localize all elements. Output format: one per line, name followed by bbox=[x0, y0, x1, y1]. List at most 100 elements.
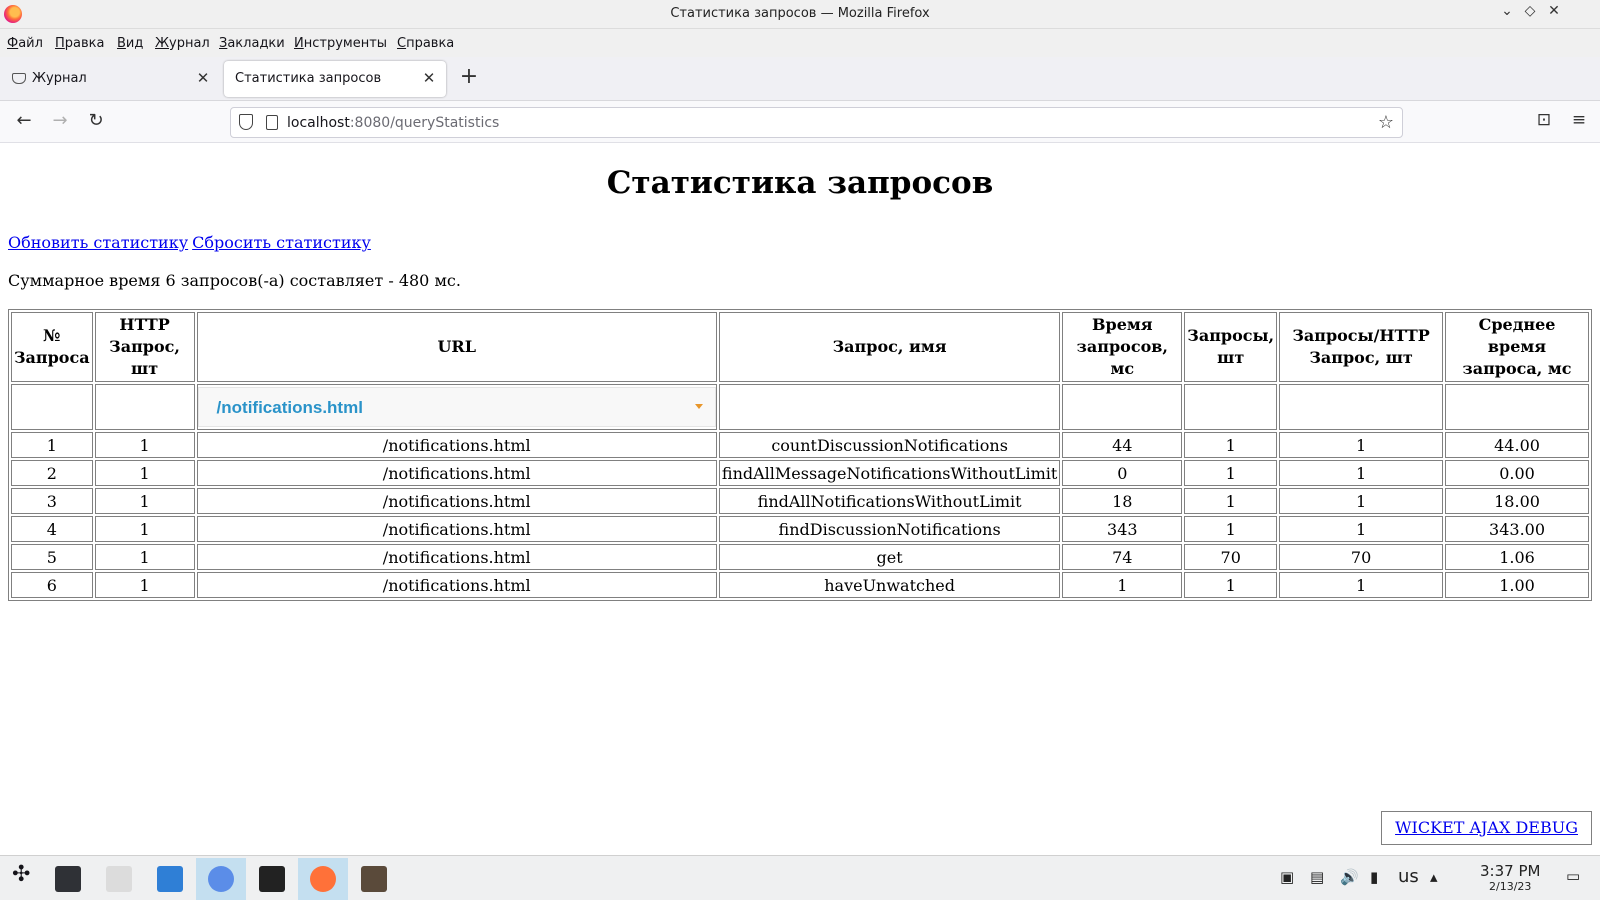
cell-http-count: 1 bbox=[94, 544, 195, 570]
cell-query-name: findAllMessageNotificationsWithoutLimit bbox=[718, 460, 1061, 486]
forward-button[interactable]: → bbox=[47, 110, 73, 134]
wicket-ajax-debug-link[interactable]: WICKET AJAX DEBUG bbox=[1395, 818, 1578, 837]
chromium-icon bbox=[208, 866, 234, 892]
terminal-icon[interactable]: ▣ bbox=[1280, 868, 1294, 886]
cell-query-count: 1 bbox=[1184, 460, 1278, 486]
new-tab-button[interactable]: + bbox=[458, 64, 480, 89]
cell-http-count: 1 bbox=[94, 572, 195, 598]
cell-number: 3 bbox=[11, 488, 93, 514]
clipboard-icon[interactable]: ▤ bbox=[1310, 868, 1324, 886]
shield-icon[interactable] bbox=[239, 114, 253, 130]
column-header-queries-per-http[interactable]: Запросы/HTTP Запрос, шт bbox=[1279, 312, 1444, 382]
tab-query-statistics[interactable]: Статистика запросов ✕ bbox=[224, 61, 446, 97]
cell-time: 0 bbox=[1062, 460, 1183, 486]
cell-query-name: findDiscussionNotifications bbox=[718, 516, 1061, 542]
column-header-query-count[interactable]: Запросы, шт bbox=[1184, 312, 1278, 382]
maximize-button[interactable]: ◇ bbox=[1519, 3, 1541, 19]
table-row: 6 1/notifications.html haveUnwatched 1 1 1 1.0… bbox=[11, 572, 1589, 598]
cell-url: /notifications.html bbox=[196, 432, 717, 458]
menu-file[interactable]: Файл bbox=[7, 36, 43, 51]
cell-query-count: 1 bbox=[1184, 516, 1278, 542]
menu-edit[interactable]: Правка bbox=[55, 36, 104, 51]
column-header-url[interactable]: URL bbox=[196, 312, 717, 382]
close-window-button[interactable]: ✕ bbox=[1543, 3, 1565, 19]
navigation-bar: ← → ↻ localhost:8080/queryStatistics ☆ ⊡… bbox=[0, 101, 1600, 143]
url-text[interactable]: localhost:8080/queryStatistics bbox=[287, 115, 499, 131]
menu-history-mnemonic: Ж bbox=[155, 36, 170, 51]
clock[interactable]: 3:37 PM 2/13/23 bbox=[1480, 862, 1540, 893]
menu-bookmarks[interactable]: Закладки bbox=[219, 36, 285, 51]
table-row: 5 1/notifications.html get 74 70 70 1.06 bbox=[11, 544, 1589, 570]
cell-number: 2 bbox=[11, 460, 93, 486]
taskbar-app-settings[interactable] bbox=[43, 858, 93, 900]
menu-help-mnemonic: С bbox=[397, 36, 407, 51]
taskbar-app-files[interactable] bbox=[94, 858, 144, 900]
settings-icon bbox=[55, 866, 81, 892]
filter-cell bbox=[1184, 384, 1278, 430]
volume-icon[interactable]: 🔊 bbox=[1340, 868, 1359, 886]
menu-help[interactable]: Справка bbox=[397, 36, 454, 51]
file-manager-icon bbox=[157, 866, 183, 892]
menu-history-label: урнал bbox=[169, 36, 210, 51]
url-filter-select[interactable]: /notifications.html bbox=[197, 387, 716, 427]
column-header-average-time-line2: запроса, мс bbox=[1462, 359, 1572, 378]
column-header-queries-per-http-line2: Запрос, шт bbox=[1309, 348, 1413, 367]
refresh-statistics-link[interactable]: Обновить статистику bbox=[8, 233, 188, 252]
bookmark-star-icon[interactable]: ☆ bbox=[1378, 112, 1394, 133]
ajax-debug-box: WICKET AJAX DEBUG bbox=[1381, 811, 1592, 845]
cell-queries-per-http: 1 bbox=[1279, 488, 1444, 514]
cell-url: /notifications.html bbox=[196, 516, 717, 542]
taskbar-app-dbeaver[interactable] bbox=[349, 858, 399, 900]
keyboard-layout[interactable]: us bbox=[1398, 866, 1419, 887]
menu-history[interactable]: Журнал bbox=[155, 36, 210, 51]
menu-file-mnemonic: Ф bbox=[7, 36, 19, 51]
column-header-time[interactable]: Время запросов, мс bbox=[1062, 312, 1183, 382]
table-row: 2 1/notifications.html findAllMessageNotif… bbox=[11, 460, 1589, 486]
column-header-query-name[interactable]: Запрос, имя bbox=[718, 312, 1061, 382]
tray-expand-icon[interactable]: ▴ bbox=[1430, 868, 1438, 886]
column-header-number[interactable]: № Запроса bbox=[11, 312, 93, 382]
tab-query-statistics-close-icon[interactable]: ✕ bbox=[420, 69, 438, 87]
cell-time: 343 bbox=[1062, 516, 1183, 542]
filter-cell bbox=[718, 384, 1061, 430]
cell-url: /notifications.html bbox=[196, 460, 717, 486]
show-desktop-icon[interactable]: ▭ bbox=[1566, 867, 1580, 885]
column-header-average-time[interactable]: Среднее время запроса, мс bbox=[1445, 312, 1589, 382]
filter-row: /notifications.html bbox=[11, 384, 1589, 430]
taskbar-app-intellij[interactable] bbox=[247, 858, 297, 900]
column-header-number-line1: № bbox=[43, 326, 61, 345]
battery-icon[interactable]: ▮ bbox=[1370, 868, 1378, 886]
cell-query-name: findAllNotificationsWithoutLimit bbox=[718, 488, 1061, 514]
tab-history-close-icon[interactable]: ✕ bbox=[194, 69, 212, 87]
app-menu-button[interactable]: ≡ bbox=[1567, 110, 1591, 130]
cell-query-count: 1 bbox=[1184, 488, 1278, 514]
cell-query-count: 1 bbox=[1184, 572, 1278, 598]
menu-view[interactable]: Вид bbox=[117, 36, 143, 51]
pocket-button[interactable]: ⊡ bbox=[1532, 110, 1556, 130]
cell-average-time: 1.00 bbox=[1445, 572, 1589, 598]
back-button[interactable]: ← bbox=[11, 110, 37, 134]
cell-queries-per-http: 70 bbox=[1279, 544, 1444, 570]
reload-button[interactable]: ↻ bbox=[83, 110, 109, 134]
column-header-http-count[interactable]: HTTP Запрос, шт bbox=[94, 312, 195, 382]
taskbar-app-file-manager[interactable] bbox=[145, 858, 195, 900]
page-info-icon[interactable] bbox=[266, 115, 278, 130]
cell-average-time: 0.00 bbox=[1445, 460, 1589, 486]
cell-queries-per-http: 1 bbox=[1279, 460, 1444, 486]
column-header-query-count-line1: Запросы, bbox=[1187, 326, 1275, 345]
url-bar[interactable]: localhost:8080/queryStatistics ☆ bbox=[230, 107, 1403, 138]
cell-query-count: 70 bbox=[1184, 544, 1278, 570]
tab-history[interactable]: Журнал ✕ bbox=[2, 61, 220, 97]
cell-average-time: 1.06 bbox=[1445, 544, 1589, 570]
minimize-button[interactable]: ⌄ bbox=[1496, 3, 1518, 19]
taskbar-app-chromium[interactable] bbox=[196, 858, 246, 900]
page-title: Статистика запросов bbox=[606, 165, 994, 201]
reset-statistics-link[interactable]: Сбросить статистику bbox=[192, 233, 371, 252]
taskbar: ✣ ▣ ▤ 🔊 ▮ us ▴ 3:37 PM 2/13/23 ▭ bbox=[0, 855, 1600, 900]
cell-number: 4 bbox=[11, 516, 93, 542]
filter-cell bbox=[11, 384, 93, 430]
menu-tools[interactable]: Инструменты bbox=[294, 36, 387, 51]
cell-average-time: 44.00 bbox=[1445, 432, 1589, 458]
taskbar-app-firefox[interactable] bbox=[298, 858, 348, 900]
table-row: 3 1/notifications.html findAllNotification… bbox=[11, 488, 1589, 514]
